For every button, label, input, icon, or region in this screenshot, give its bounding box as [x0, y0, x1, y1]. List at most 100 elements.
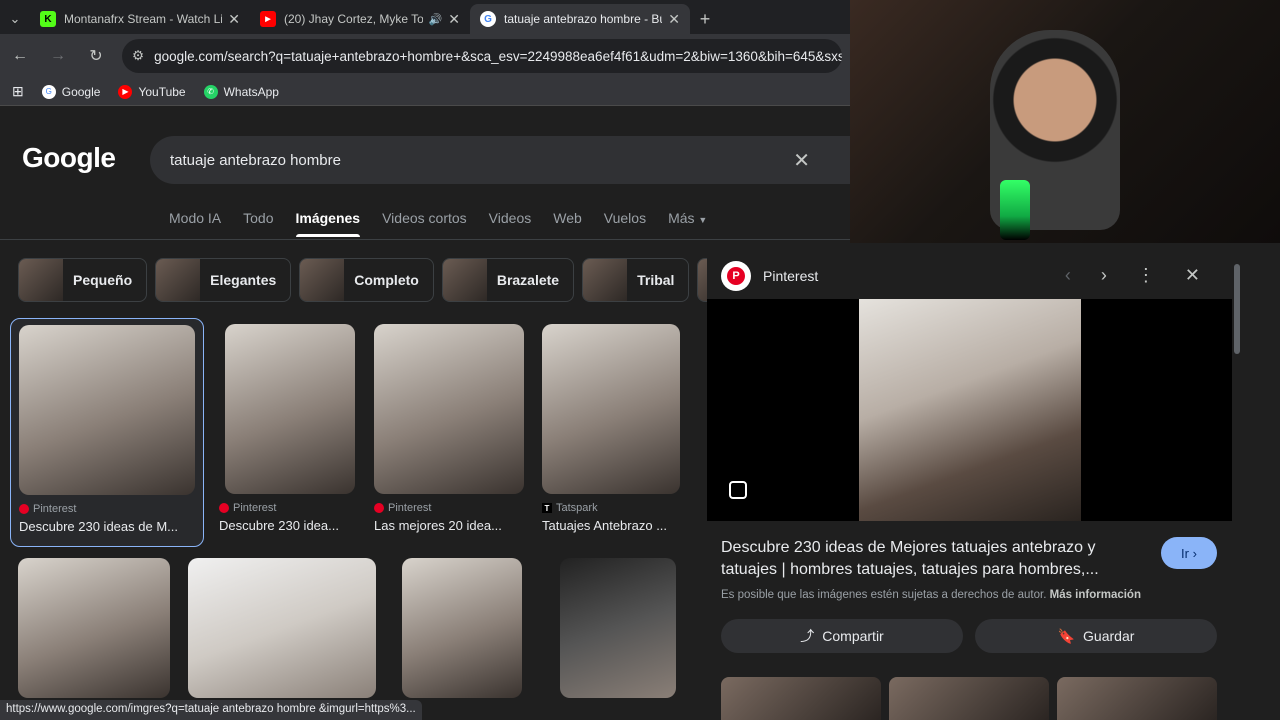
tab-search-icon[interactable]: ⌄ — [0, 4, 30, 34]
bookmark-icon: 🔖 — [1057, 627, 1076, 644]
chip-pequeno[interactable]: Pequeño — [18, 258, 148, 302]
youtube-icon: ▶ — [260, 11, 276, 27]
tab-todo[interactable]: Todo — [243, 210, 273, 226]
close-icon[interactable]: ✕ — [228, 11, 240, 28]
result-source: T Tatspark — [542, 502, 682, 514]
google-logo[interactable]: Google — [22, 142, 116, 174]
chip-completo[interactable]: Completo — [299, 258, 434, 302]
result-description[interactable]: Tatuajes Antebrazo ... — [542, 518, 682, 533]
filter-chips: Pequeño Elegantes Completo Brazalete Tri… — [18, 258, 708, 302]
pinterest-logo-icon: P — [721, 261, 751, 291]
tab-web[interactable]: Web — [553, 210, 582, 226]
image-result[interactable]: Pinterest Descubre 230 ideas de M... — [10, 318, 204, 547]
tab-videos-cortos[interactable]: Videos cortos — [382, 210, 467, 226]
bookmark-whatsapp[interactable]: ✆ WhatsApp — [203, 84, 279, 99]
image-result[interactable] — [188, 558, 376, 698]
related-images — [721, 677, 1217, 720]
image-result[interactable]: T Tatspark Tatuajes Antebrazo ... — [542, 324, 682, 533]
result-image[interactable] — [225, 324, 355, 494]
tab-0[interactable]: K Montanafrx Stream - Watch Liv ✕ — [30, 4, 250, 34]
share-button[interactable]: ⤴ Compartir — [721, 619, 963, 653]
chip-thumbnail — [19, 259, 63, 301]
tab-2[interactable]: G tatuaje antebrazo hombre - Bú ✕ — [470, 4, 690, 34]
copyright-text: Es posible que las imágenes estén sujeta… — [721, 589, 1047, 601]
image-result[interactable]: Pinterest Las mejores 20 idea... — [374, 324, 524, 533]
reload-icon[interactable]: ↻ — [84, 46, 108, 66]
forward-icon[interactable]: → — [46, 47, 70, 65]
related-image[interactable] — [1057, 677, 1217, 720]
result-description[interactable]: Las mejores 20 idea... — [374, 518, 524, 533]
result-description[interactable]: Descubre 230 ideas de M... — [19, 519, 195, 534]
google-icon: G — [41, 84, 56, 99]
panel-scrollbar[interactable] — [1232, 250, 1242, 700]
bookmark-label: YouTube — [138, 84, 186, 99]
whatsapp-icon: ✆ — [203, 84, 218, 99]
tab-imagenes[interactable]: Imágenes — [295, 210, 360, 237]
source-label: Tatspark — [556, 502, 598, 514]
chip-thumbnail — [300, 259, 345, 301]
result-image[interactable] — [542, 324, 680, 494]
back-icon[interactable]: ← — [8, 47, 32, 65]
visit-button[interactable]: Ir › — [1161, 537, 1217, 569]
chip-thumbnail — [156, 259, 201, 301]
chip-label: Completo — [354, 272, 419, 288]
google-lens-icon[interactable] — [729, 481, 747, 499]
more-info-link[interactable]: Más información — [1050, 589, 1141, 601]
image-result[interactable] — [560, 558, 676, 698]
close-icon[interactable]: ✕ — [1185, 265, 1200, 286]
result-image[interactable] — [560, 558, 676, 698]
tab-videos[interactable]: Videos — [489, 210, 532, 226]
chip-elegantes[interactable]: Elegantes — [155, 258, 292, 302]
chip-brazalete[interactable]: Brazalete — [441, 258, 575, 302]
related-image[interactable] — [721, 677, 881, 720]
preview-image[interactable] — [859, 299, 1081, 521]
tab-1[interactable]: ▶ (20) Jhay Cortez, Myke Towe 🔊 ✕ — [250, 4, 470, 34]
preview-title[interactable]: Descubre 230 ideas de Mejores tatuajes a… — [721, 537, 1141, 581]
image-result[interactable]: Pinterest Descubre 230 idea... — [219, 324, 359, 533]
result-image[interactable] — [188, 558, 376, 698]
bookmark-youtube[interactable]: ▶ YouTube — [118, 84, 186, 99]
share-label: Compartir — [822, 628, 884, 644]
close-icon[interactable]: ✕ — [668, 11, 680, 28]
copyright-notice: Es posible que las imágenes estén sujeta… — [721, 589, 1141, 601]
chip-tribal[interactable]: Tribal — [582, 258, 690, 302]
panel-actions: ⤴ Compartir 🔖 Guardar — [721, 619, 1217, 653]
next-icon[interactable]: › — [1101, 265, 1107, 286]
result-image[interactable] — [19, 325, 195, 495]
chip-label: Tribal — [637, 272, 675, 288]
related-image[interactable] — [889, 677, 1049, 720]
tab-modo-ia[interactable]: Modo IA — [169, 210, 221, 226]
tab-vuelos[interactable]: Vuelos — [604, 210, 646, 226]
search-input[interactable]: tatuaje antebrazo hombre ✕ — [150, 136, 850, 184]
bookmark-google[interactable]: G Google — [41, 84, 101, 99]
tab-title: tatuaje antebrazo hombre - Bú — [504, 12, 663, 26]
close-icon[interactable]: ✕ — [448, 11, 460, 28]
result-image[interactable] — [18, 558, 170, 698]
url-text: google.com/search?q=tatuaje+antebrazo+ho… — [154, 48, 842, 64]
previous-icon[interactable]: ‹ — [1065, 265, 1071, 286]
bookmarks-bar: ⊞ G Google ▶ YouTube ✆ WhatsApp — [0, 78, 850, 106]
scrollbar-thumb[interactable] — [1234, 264, 1240, 354]
image-result[interactable] — [402, 558, 522, 698]
more-vert-icon[interactable]: ⋮ — [1137, 265, 1155, 286]
source-label: Pinterest — [33, 503, 77, 515]
tatspark-icon: T — [542, 503, 552, 513]
save-button[interactable]: 🔖 Guardar — [975, 619, 1217, 653]
bookmark-label: Google — [61, 84, 101, 99]
apps-grid-icon[interactable]: ⊞ — [12, 83, 24, 100]
panel-source[interactable]: P Pinterest — [721, 261, 818, 291]
address-bar[interactable]: ⚙ google.com/search?q=tatuaje+antebrazo+… — [122, 39, 842, 73]
result-image[interactable] — [374, 324, 524, 494]
result-image[interactable] — [402, 558, 522, 698]
webcam-overlay — [850, 0, 1280, 243]
preview-area — [707, 299, 1232, 521]
result-description[interactable]: Descubre 230 idea... — [219, 518, 359, 533]
new-tab-button[interactable]: + — [690, 4, 720, 34]
clear-icon[interactable]: ✕ — [793, 148, 810, 173]
tab-mas-label: Más — [668, 210, 695, 226]
audio-icon[interactable]: 🔊 — [429, 13, 443, 26]
source-label: Pinterest — [233, 502, 277, 514]
tab-mas[interactable]: Más ▼ — [668, 210, 707, 226]
image-result[interactable] — [18, 558, 170, 698]
site-info-icon[interactable]: ⚙ — [132, 48, 144, 64]
